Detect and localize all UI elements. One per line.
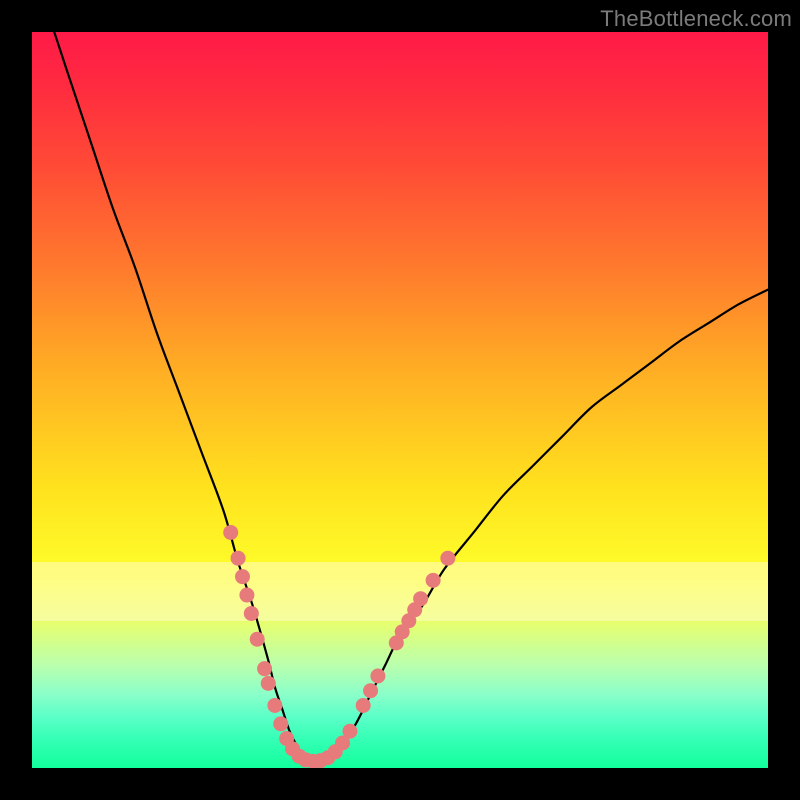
dot (413, 591, 428, 606)
dot (239, 588, 254, 603)
dot (244, 606, 259, 621)
chart-stage: TheBottleneck.com (0, 0, 800, 800)
plot-area (32, 32, 768, 768)
dots-layer (32, 32, 768, 768)
dot (363, 683, 378, 698)
dot (261, 676, 276, 691)
dot (370, 669, 385, 684)
dot (235, 569, 250, 584)
dot (342, 724, 357, 739)
dot (223, 525, 238, 540)
credit-label: TheBottleneck.com (600, 6, 792, 32)
highlighted-dots (223, 525, 455, 768)
dot (231, 551, 246, 566)
dot (426, 573, 441, 588)
dot (250, 632, 265, 647)
dot (440, 551, 455, 566)
dot (267, 698, 282, 713)
dot (257, 661, 272, 676)
dot (273, 716, 288, 731)
dot (356, 698, 371, 713)
